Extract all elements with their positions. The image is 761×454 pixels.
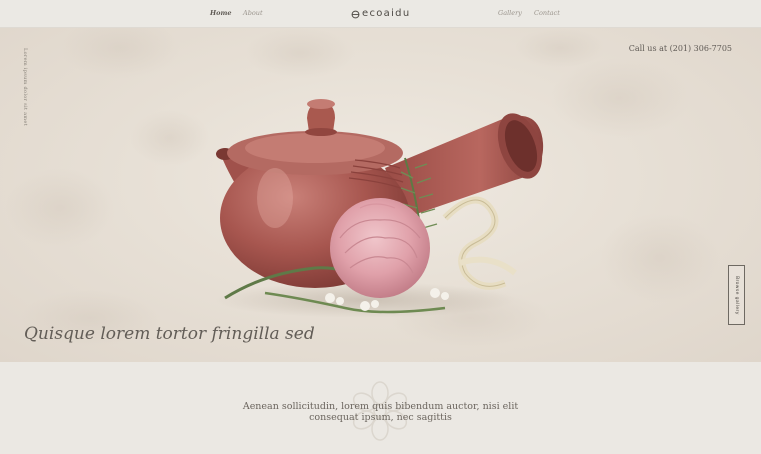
phone-number[interactable]: Call us at (201) 306-7705 bbox=[629, 44, 732, 53]
flower-logo-icon bbox=[351, 10, 360, 18]
site-logo[interactable]: ecoaidu bbox=[351, 8, 411, 20]
top-navigation: Home About ecoaidu Gallery Contact bbox=[0, 0, 761, 28]
browse-gallery-label: Browse gallery bbox=[734, 275, 739, 315]
intro-tagline: Aenean sollicitudin, lorem quis bibendum… bbox=[180, 401, 581, 423]
hero-heading: Quisque lorem tortor fringilla sed bbox=[24, 324, 315, 344]
vertical-side-text: Lorem ipsum dolor sit amet bbox=[22, 48, 28, 126]
tagline-line-1: Aenean sollicitudin, lorem quis bibendum… bbox=[242, 401, 519, 412]
browse-gallery-button[interactable]: Browse gallery bbox=[728, 265, 745, 325]
intro-section: Aenean sollicitudin, lorem quis bibendum… bbox=[0, 362, 761, 454]
nav-link-about[interactable]: About bbox=[243, 9, 263, 17]
nav-link-contact[interactable]: Contact bbox=[534, 9, 560, 17]
hero-section: Lorem ipsum dolor sit amet Call us at (2… bbox=[0, 28, 761, 362]
logo-text: ecoaidu bbox=[362, 8, 411, 19]
teapot-flowers-image bbox=[215, 99, 544, 318]
nav-link-gallery[interactable]: Gallery bbox=[498, 9, 522, 17]
tagline-line-2: consequat ipsum, nec sagittis bbox=[309, 412, 452, 423]
nav-link-home[interactable]: Home bbox=[210, 9, 232, 17]
